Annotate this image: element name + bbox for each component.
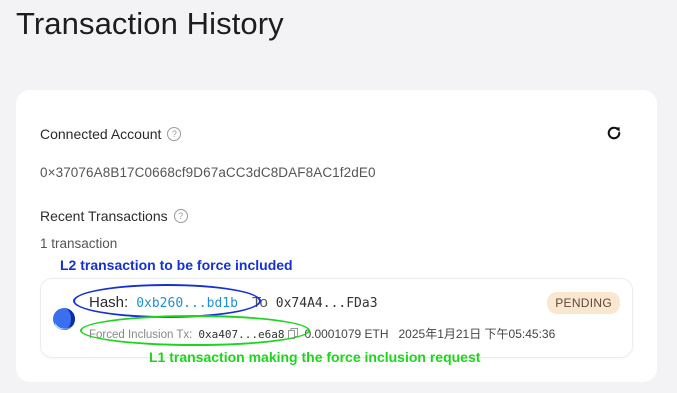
copy-icon[interactable] [288,328,299,339]
refresh-icon[interactable] [605,124,623,142]
page-title: Transaction History [16,6,284,41]
transaction-hash-line: Hash: 0xb260...bd1b To 0x74A4...FDa3 [89,294,378,311]
forced-inclusion-label: Forced Inclusion Tx: [89,329,193,341]
recent-transactions-heading: Recent Transactions ? [40,208,188,224]
recent-transactions-label: Recent Transactions [40,208,168,224]
transaction-history-card: Connected Account ? 0×37076A8B17C0668cf9… [16,90,657,382]
transaction-icon [53,308,75,330]
l2-annotation: L2 transaction to be force included [60,257,293,273]
connected-account-label: Connected Account [40,126,162,142]
transaction-row[interactable]: Hash: 0xb260...bd1b To 0x74A4...FDa3 PEN… [40,278,633,358]
connected-account-heading: Connected Account ? [40,126,182,142]
connected-account-address: 0×37076A8B17C0668cf9D67aCC3dC8DAF8AC1f2d… [40,165,376,180]
forced-inclusion-tx-link[interactable]: 0xa407...e6a8 [198,328,284,341]
status-badge: PENDING [547,292,620,314]
help-icon[interactable]: ? [167,127,182,141]
hash-label: Hash: [89,294,129,311]
help-icon[interactable]: ? [173,209,188,223]
transaction-hash-link[interactable]: 0xb260...bd1b [136,296,238,311]
to-label: To [251,294,268,311]
transaction-timestamp: 2025年1月21日 下午05:45:36 [398,327,556,341]
l1-annotation: L1 transaction making the force inclusio… [149,349,481,365]
transaction-details-line: Forced Inclusion Tx: 0xa407...e6a8 0.000… [89,325,555,342]
recipient-address: 0x74A4...FDa3 [275,296,378,311]
transaction-amount: 0.0001079 ETH [304,327,389,341]
transaction-count: 1 transaction [40,236,118,251]
